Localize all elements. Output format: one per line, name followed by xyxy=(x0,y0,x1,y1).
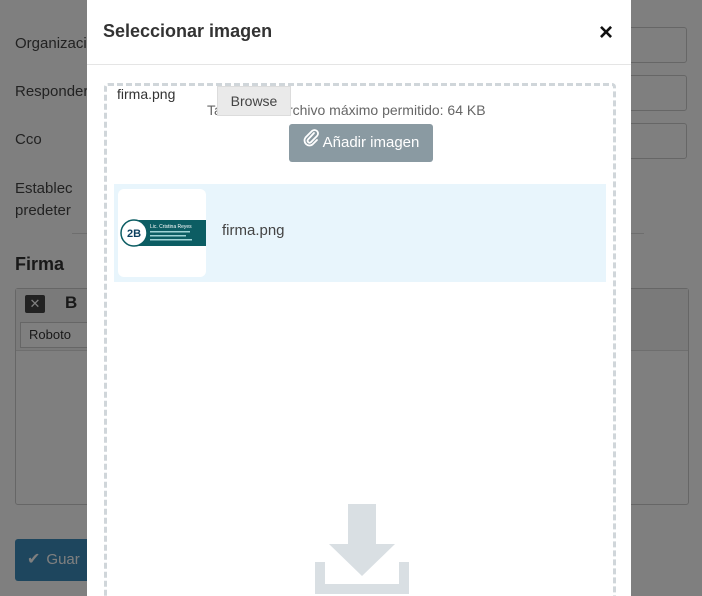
close-icon[interactable]: × xyxy=(595,21,617,45)
thumb-logo: 2B xyxy=(127,228,141,240)
add-image-label: Añadir imagen xyxy=(322,134,420,151)
image-dropzone[interactable]: firma.png Browse Tamaño de archivo máxim… xyxy=(104,83,616,596)
add-image-button[interactable]: Añadir imagen xyxy=(289,124,433,162)
paperclip-icon xyxy=(303,124,319,162)
modal-header: Seleccionar imagen × xyxy=(87,0,631,65)
thumb-name: Lic. Cristina Reyes xyxy=(150,224,192,230)
file-name: firma.png xyxy=(222,222,285,239)
download-icon xyxy=(315,504,409,594)
modal-title: Seleccionar imagen xyxy=(103,21,273,41)
browse-button[interactable]: Browse xyxy=(217,86,291,116)
image-thumbnail: 2B Lic. Cristina Reyes xyxy=(118,189,206,277)
file-input-value: firma.png xyxy=(117,86,176,102)
file-list-item[interactable]: 2B Lic. Cristina Reyes firma.png xyxy=(114,184,606,282)
select-image-modal: Seleccionar imagen × firma.png Browse Ta… xyxy=(87,0,631,596)
